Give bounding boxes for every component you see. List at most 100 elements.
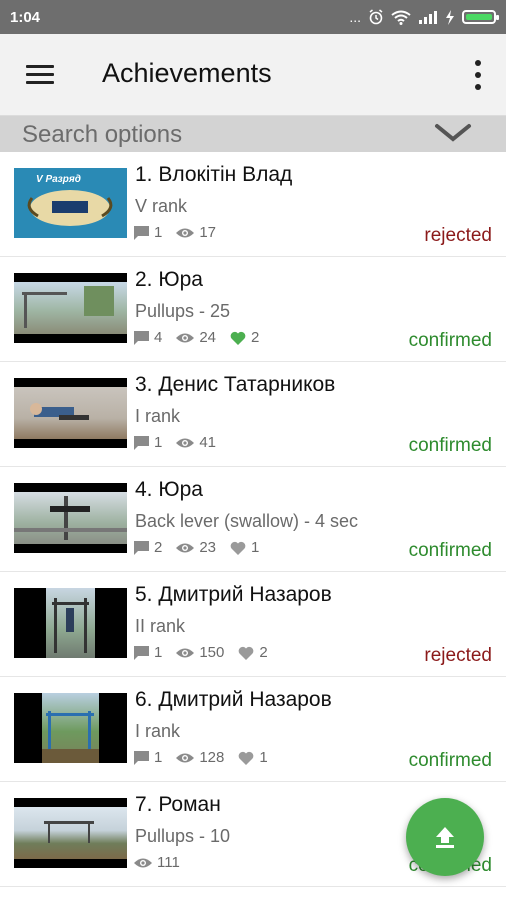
video-thumbnail[interactable] bbox=[14, 273, 127, 343]
item-stats: 111 bbox=[134, 854, 194, 871]
video-thumbnail[interactable] bbox=[14, 693, 127, 763]
comments-stat: 1 bbox=[134, 644, 162, 661]
comment-icon bbox=[134, 225, 149, 240]
list-item[interactable]: 5. Дмитрий Назаров II rank 1 150 2 rejec… bbox=[0, 572, 506, 677]
achievement-type: Back lever (swallow) - 4 sec bbox=[135, 511, 359, 531]
comments-count: 1 bbox=[154, 644, 163, 661]
heart-icon[interactable] bbox=[230, 331, 246, 345]
views-stat: 128 bbox=[176, 749, 224, 766]
athlete-name: 6. Дмитрий Назаров bbox=[135, 688, 332, 711]
achievement-type: I rank bbox=[135, 721, 181, 741]
status-icons: ... bbox=[349, 9, 499, 25]
item-stats: 4 24 2 bbox=[134, 329, 273, 346]
search-options-bar[interactable]: Search options bbox=[0, 116, 506, 152]
likes-count: 2 bbox=[259, 644, 268, 661]
heart-icon[interactable] bbox=[238, 646, 254, 660]
heart-icon[interactable] bbox=[230, 541, 246, 555]
achievement-type: V rank bbox=[135, 196, 188, 216]
video-thumbnail[interactable] bbox=[14, 588, 127, 658]
status-label: rejected bbox=[424, 645, 492, 666]
notification-dots: ... bbox=[349, 9, 361, 25]
likes-stat[interactable]: 1 bbox=[238, 749, 268, 766]
item-stats: 1 41 bbox=[134, 434, 230, 451]
status-bar: 1:04 ... bbox=[0, 0, 506, 34]
views-count: 24 bbox=[199, 329, 217, 346]
list-item[interactable]: 2. Юра Pullups - 25 4 24 2 confirmed bbox=[0, 257, 506, 362]
achievement-type: II rank bbox=[135, 616, 186, 636]
alarm-icon bbox=[369, 9, 383, 25]
views-count: 150 bbox=[199, 644, 225, 661]
likes-stat[interactable]: 2 bbox=[238, 644, 268, 661]
upload-fab-button[interactable] bbox=[406, 798, 484, 876]
eye-icon bbox=[176, 438, 195, 447]
eye-icon bbox=[176, 543, 195, 552]
comments-count: 4 bbox=[154, 329, 163, 346]
status-label: confirmed bbox=[408, 750, 492, 771]
comments-count: 1 bbox=[154, 749, 163, 766]
video-thumbnail[interactable]: V Разряд bbox=[14, 168, 127, 238]
comments-count: 1 bbox=[154, 224, 163, 241]
comment-icon bbox=[134, 540, 149, 555]
comments-stat: 1 bbox=[134, 749, 162, 766]
views-count: 128 bbox=[199, 749, 225, 766]
list-item[interactable]: V Разряд 1. Влокітін Влад V rank 1 17 re… bbox=[0, 152, 506, 257]
signal-icon bbox=[419, 11, 437, 24]
status-label: confirmed bbox=[408, 330, 492, 351]
achievements-list: V Разряд 1. Влокітін Влад V rank 1 17 re… bbox=[0, 152, 506, 907]
more-vert-icon[interactable] bbox=[472, 60, 484, 90]
athlete-name: 2. Юра bbox=[135, 268, 203, 291]
athlete-name: 4. Юра bbox=[135, 478, 203, 501]
comments-stat: 1 bbox=[134, 434, 162, 451]
item-stats: 1 128 1 bbox=[134, 749, 282, 766]
comment-icon bbox=[134, 330, 149, 345]
achievement-type: I rank bbox=[135, 406, 181, 426]
views-stat: 41 bbox=[176, 434, 216, 451]
comments-stat: 2 bbox=[134, 539, 162, 556]
list-item[interactable]: 6. Дмитрий Назаров I rank 1 128 1 confir… bbox=[0, 677, 506, 782]
comments-stat: 1 bbox=[134, 224, 162, 241]
views-count: 111 bbox=[157, 854, 180, 871]
comment-icon bbox=[134, 750, 149, 765]
video-thumbnail[interactable] bbox=[14, 378, 127, 448]
item-stats: 1 17 bbox=[134, 224, 230, 241]
status-time: 1:04 bbox=[10, 8, 41, 26]
views-stat: 17 bbox=[176, 224, 216, 241]
likes-count: 2 bbox=[251, 329, 260, 346]
item-stats: 2 23 1 bbox=[134, 539, 273, 556]
views-count: 41 bbox=[199, 434, 217, 451]
eye-icon bbox=[176, 648, 195, 657]
charging-icon bbox=[446, 9, 454, 25]
comments-count: 1 bbox=[154, 434, 163, 451]
eye-icon bbox=[134, 858, 152, 867]
status-label: confirmed bbox=[408, 540, 492, 561]
athlete-name: 7. Роман bbox=[135, 793, 221, 816]
page-title: Achievements bbox=[102, 58, 272, 88]
video-thumbnail[interactable] bbox=[14, 483, 127, 553]
athlete-name: 1. Влокітін Влад bbox=[135, 163, 293, 186]
views-count: 23 bbox=[199, 539, 217, 556]
comments-count: 2 bbox=[154, 539, 163, 556]
wifi-icon bbox=[391, 10, 411, 25]
chevron-down-icon[interactable] bbox=[434, 122, 472, 144]
hamburger-icon[interactable] bbox=[26, 65, 54, 85]
status-label: confirmed bbox=[408, 435, 492, 456]
eye-icon bbox=[176, 333, 195, 342]
battery-icon bbox=[462, 10, 499, 24]
likes-count: 1 bbox=[259, 749, 268, 766]
likes-stat[interactable]: 1 bbox=[230, 539, 259, 556]
likes-stat[interactable]: 2 bbox=[230, 329, 259, 346]
views-stat: 111 bbox=[134, 854, 180, 871]
athlete-name: 5. Дмитрий Назаров bbox=[135, 583, 332, 606]
thumb-banner-text: V Разряд bbox=[36, 174, 81, 185]
likes-count: 1 bbox=[251, 539, 260, 556]
comment-icon bbox=[134, 645, 149, 660]
comments-stat: 4 bbox=[134, 329, 162, 346]
heart-icon[interactable] bbox=[238, 751, 254, 765]
eye-icon bbox=[176, 753, 195, 762]
search-options-label: Search options bbox=[22, 121, 183, 148]
video-thumbnail[interactable] bbox=[14, 798, 127, 868]
list-item[interactable]: 3. Денис Татарников I rank 1 41 confirme… bbox=[0, 362, 506, 467]
list-item[interactable]: 4. Юра Back lever (swallow) - 4 sec 2 23… bbox=[0, 467, 506, 572]
list-item-partial[interactable] bbox=[0, 887, 506, 907]
comment-icon bbox=[134, 435, 149, 450]
